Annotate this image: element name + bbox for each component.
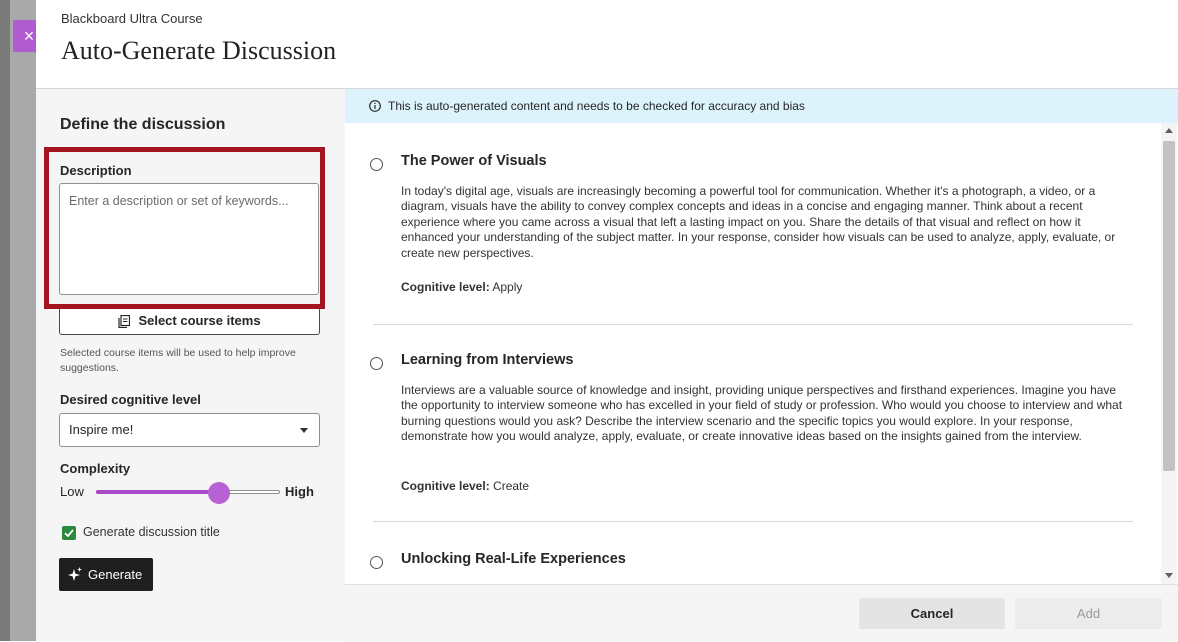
scroll-up-arrow-icon[interactable] (1165, 128, 1173, 133)
cognitive-level-value: Apply (492, 280, 523, 294)
generate-label: Generate (88, 567, 143, 582)
complexity-slider[interactable] (96, 482, 280, 504)
ai-notice-banner: This is auto-generated content and needs… (345, 89, 1178, 123)
cognitive-level-value: Inspire me! (69, 422, 134, 437)
cognitive-level-label: Desired cognitive level (60, 392, 201, 407)
result-body: In today's digital age, visuals are incr… (401, 184, 1116, 260)
close-icon: × (23, 26, 35, 46)
result-radio[interactable] (370, 357, 383, 370)
add-button[interactable]: Add (1015, 598, 1162, 629)
cognitive-level-key: Cognitive level: (401, 280, 490, 294)
cancel-button[interactable]: Cancel (859, 598, 1005, 629)
result-cognitive-level: Cognitive level: Create (401, 479, 529, 493)
checkmark-icon (64, 529, 74, 538)
result-radio[interactable] (370, 158, 383, 171)
result-cognitive-level: Cognitive level: Apply (401, 280, 522, 294)
scroll-down-arrow-icon[interactable] (1165, 573, 1173, 578)
result-divider (373, 324, 1133, 325)
document-icon (118, 315, 131, 329)
select-course-items-label: Select course items (138, 313, 261, 328)
sparkle-icon (68, 567, 82, 581)
chevron-down-icon (300, 428, 308, 433)
result-radio[interactable] (370, 556, 383, 569)
results-scrollbar[interactable] (1161, 123, 1177, 584)
ai-notice-text: This is auto-generated content and needs… (388, 99, 805, 113)
generate-title-checkbox[interactable] (62, 526, 76, 540)
slider-fill (96, 490, 219, 494)
description-label: Description (60, 163, 132, 178)
results-panel: This is auto-generated content and needs… (345, 89, 1178, 642)
complexity-low-label: Low (60, 484, 84, 499)
cognitive-level-select[interactable]: Inspire me! (59, 413, 320, 447)
panel-edge (10, 0, 36, 641)
select-items-hint: Selected course items will be used to he… (60, 347, 296, 374)
define-heading: Define the discussion (60, 116, 226, 133)
cognitive-level-key: Cognitive level: (401, 479, 490, 493)
cognitive-level-value: Create (493, 479, 530, 493)
slider-thumb[interactable] (208, 482, 230, 504)
page-backdrop (0, 0, 10, 641)
panel-footer: Cancel Add (345, 584, 1178, 642)
select-course-items-button[interactable]: Select course items (59, 307, 320, 335)
result-divider (373, 521, 1133, 522)
complexity-high-label: High (285, 484, 314, 499)
results-list: The Power of Visuals In today's digital … (345, 123, 1178, 584)
result-title: Unlocking Real-Life Experiences (401, 551, 626, 567)
course-name: Blackboard Ultra Course (61, 11, 203, 26)
result-title: The Power of Visuals (401, 153, 547, 169)
result-title: Learning from Interviews (401, 352, 574, 368)
define-discussion-panel: Define the discussion Description Select… (36, 89, 345, 641)
generate-button[interactable]: Generate (59, 558, 153, 591)
info-icon (369, 100, 381, 112)
panel-header: Blackboard Ultra Course Auto-Generate Di… (36, 0, 1178, 89)
scrollbar-thumb[interactable] (1163, 141, 1175, 471)
complexity-label: Complexity (60, 461, 131, 476)
generate-title-label: Generate discussion title (83, 525, 220, 539)
result-body: Interviews are a valuable source of know… (401, 383, 1123, 444)
description-input[interactable] (59, 183, 319, 295)
page-title: Auto-Generate Discussion (61, 36, 337, 65)
